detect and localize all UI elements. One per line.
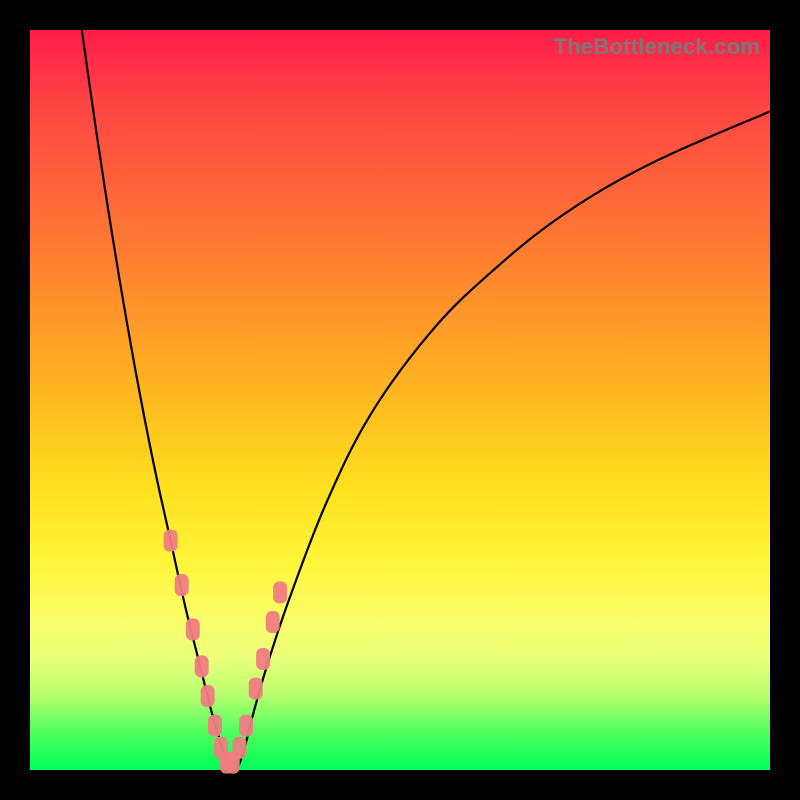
data-point <box>266 611 280 633</box>
data-point <box>249 678 263 700</box>
data-point <box>273 581 287 603</box>
data-point <box>208 715 222 737</box>
data-point <box>164 530 178 552</box>
data-point <box>232 737 246 759</box>
data-point <box>195 655 209 677</box>
right-curve <box>237 111 770 770</box>
data-point <box>239 715 253 737</box>
chart-frame: TheBottleneck.com <box>0 0 800 800</box>
data-point <box>186 618 200 640</box>
highlighted-points <box>164 530 288 774</box>
curve-svg <box>30 30 770 770</box>
data-point <box>256 648 270 670</box>
plot-area: TheBottleneck.com <box>30 30 770 770</box>
data-point <box>201 685 215 707</box>
data-point <box>175 574 189 596</box>
